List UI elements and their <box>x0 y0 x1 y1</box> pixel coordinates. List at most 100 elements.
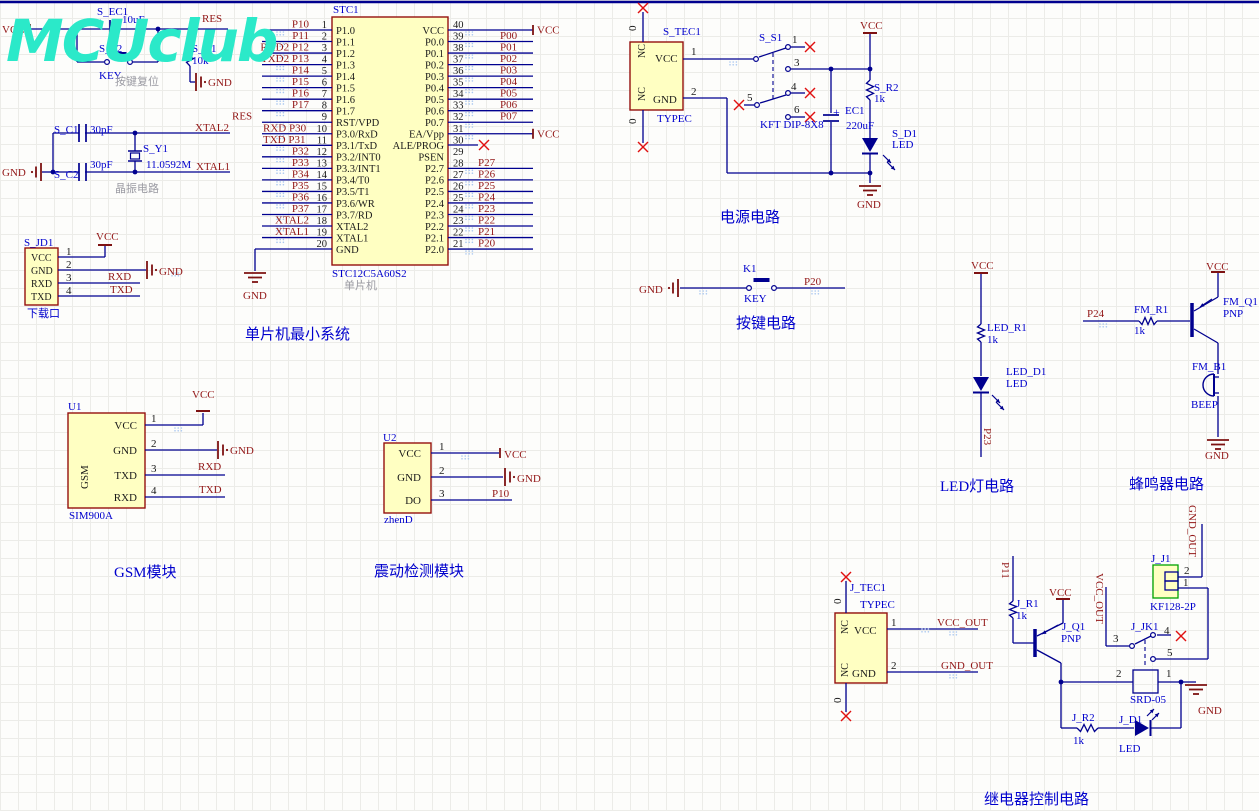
value: 30pF <box>90 159 113 171</box>
port-vcc: VCC <box>1049 587 1072 599</box>
pin-name: PSEN <box>418 153 444 164</box>
net-label: P04 <box>500 76 518 88</box>
compile-mark <box>471 134 474 137</box>
led-diode-symbol[interactable] <box>973 377 989 391</box>
value: 1k <box>1016 610 1028 622</box>
pin-name: P0.6 <box>425 107 444 118</box>
compile-mark <box>952 674 954 676</box>
compile-mark <box>468 91 471 94</box>
compile-mark <box>468 45 471 48</box>
compile-mark <box>276 34 278 36</box>
comment: 晶振电路 <box>115 181 159 195</box>
switch-contact[interactable] <box>752 55 759 62</box>
net-label: P23 <box>478 203 496 215</box>
switch-contact[interactable] <box>753 101 760 108</box>
wire <box>1036 649 1062 664</box>
pin-number: 5 <box>322 66 327 77</box>
pin-number: 1 <box>66 246 72 258</box>
compile-mark <box>471 54 474 56</box>
designator: EC1 <box>845 105 865 117</box>
net-label: P33 <box>292 157 310 169</box>
compile-mark <box>471 238 474 241</box>
compile-mark <box>1105 326 1108 328</box>
junction-dot <box>867 66 873 72</box>
pin-name: P1.4 <box>336 72 356 83</box>
wire <box>1193 296 1219 312</box>
port-vcc: VCC <box>2 24 25 36</box>
wire <box>1134 635 1152 645</box>
section-title: GSM模块 <box>114 564 177 581</box>
value: 1k <box>1073 735 1085 747</box>
compile-mark <box>276 111 278 114</box>
net-label: P06 <box>500 99 518 111</box>
switch-contact[interactable] <box>784 43 791 50</box>
polarity-plus: + <box>833 105 840 119</box>
pin-number: 17 <box>317 204 328 215</box>
resistor-symbol[interactable] <box>864 79 876 101</box>
switch-contact[interactable] <box>1128 642 1135 649</box>
part-number: STC12C5A60S2 <box>332 268 407 280</box>
pin-number: 2 <box>322 32 327 43</box>
key-contact[interactable] <box>103 58 110 65</box>
compile-mark <box>279 149 282 151</box>
pin-name: P1.5 <box>336 83 355 94</box>
switch-contact[interactable] <box>784 89 791 96</box>
pin-number: 0 <box>627 25 639 31</box>
compile-mark <box>468 57 471 59</box>
pin-number: 1 <box>151 413 157 425</box>
compile-mark <box>468 54 471 56</box>
designator: J_J1 <box>1151 553 1171 565</box>
compile-mark <box>468 206 471 209</box>
resistor-symbol[interactable] <box>975 323 987 343</box>
compile-mark <box>279 34 282 36</box>
resistor-symbol[interactable] <box>1138 315 1158 327</box>
switch-contact[interactable] <box>1149 631 1156 638</box>
compile-mark <box>279 100 282 102</box>
compile-mark <box>282 68 285 71</box>
port-vcc: VCC <box>860 20 883 32</box>
compile-mark <box>282 114 285 117</box>
net-label: XTAL2 <box>275 215 309 227</box>
pin-number: 2 <box>66 259 72 271</box>
designator: STC1 <box>333 4 359 16</box>
compile-mark <box>279 91 282 94</box>
compile-mark <box>468 253 471 255</box>
relay-coil-srd05[interactable] <box>1132 669 1159 694</box>
junction-dot <box>155 26 161 32</box>
compile-mark <box>952 631 954 633</box>
designator: LED_R1 <box>987 322 1027 334</box>
pin-number: 1 <box>322 20 327 31</box>
net-label: P00 <box>500 30 518 42</box>
designator: S_S1 <box>759 32 782 44</box>
key-contact[interactable] <box>126 58 133 65</box>
compile-mark <box>471 126 474 128</box>
value: KEY <box>744 293 767 305</box>
pin-number: 4 <box>151 485 157 497</box>
pin-number: 12 <box>317 147 328 158</box>
compile-mark <box>279 238 282 241</box>
compile-mark <box>279 103 282 105</box>
compile-mark <box>471 103 474 105</box>
compile-mark <box>180 427 183 429</box>
compile-mark <box>282 65 285 68</box>
compile-mark <box>282 103 285 105</box>
pin-name: GND <box>397 472 421 484</box>
net-label: P02 <box>500 53 517 65</box>
compile-mark <box>276 241 278 244</box>
compile-mark <box>1102 326 1104 328</box>
resistor-symbol[interactable] <box>1076 723 1099 733</box>
value: 220uF <box>846 120 874 132</box>
schematic-canvas[interactable]: P1.01P10P1.12P11P1.23RXD2 P12P1.34TXD2 P… <box>0 0 1259 811</box>
port-gnd: GND <box>159 266 183 278</box>
buzzer-symbol[interactable] <box>1202 373 1215 397</box>
pin-name: P2.1 <box>425 233 444 244</box>
switch-contact[interactable] <box>784 65 791 72</box>
key-contact[interactable] <box>770 285 777 292</box>
switch-contact[interactable] <box>1149 655 1156 662</box>
net-label: GND_OUT <box>1186 505 1198 557</box>
led-diode-symbol[interactable] <box>862 138 878 152</box>
pin-name: VCC <box>854 625 877 637</box>
pin-name: XTAL1 <box>336 233 368 244</box>
crystal-symbol[interactable] <box>129 152 141 160</box>
key-contact[interactable] <box>745 285 752 292</box>
